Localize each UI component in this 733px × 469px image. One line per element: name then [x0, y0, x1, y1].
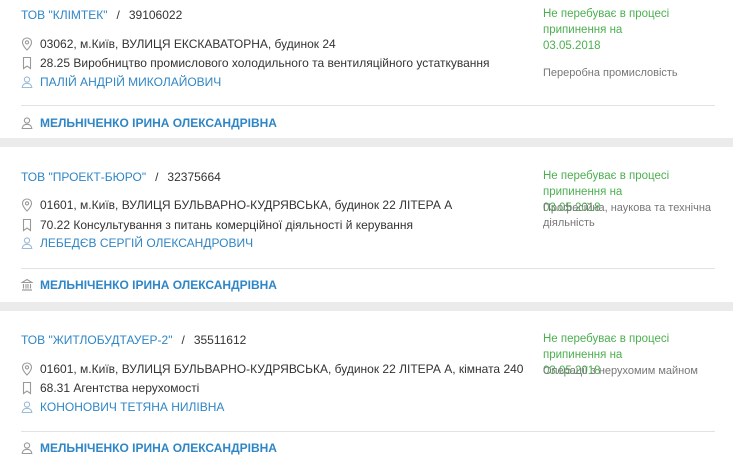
card-divider	[21, 105, 715, 106]
activity-text: 70.22 Консультування з питань комерційно…	[40, 218, 414, 232]
owner-link[interactable]: МЕЛЬНІЧЕНКО ІРИНА ОЛЕКСАНДРІВНА	[40, 278, 277, 292]
card-divider	[21, 268, 715, 269]
director-link[interactable]: КОНОНОВИЧ ТЕТЯНА НИЛІВНА	[40, 400, 224, 414]
company-status: Не перебуває в процесі припинення на 03.…	[543, 8, 670, 52]
company-card: ТОВ "КЛІМТЕК" / 39106022 Не перебуває в пр…	[0, 0, 733, 138]
card-separator	[0, 302, 733, 311]
title-slash: /	[116, 8, 120, 22]
activity-text: 28.25 Виробництво промислового холодильн…	[40, 56, 490, 70]
location-pin-icon	[21, 37, 33, 51]
address-row: 03062, м.Київ, ВУЛИЦЯ ЕКСКАВАТОРНА, буди…	[21, 37, 336, 51]
address-text: 03062, м.Київ, ВУЛИЦЯ ЕКСКАВАТОРНА, буди…	[40, 37, 336, 51]
card-separator	[0, 138, 733, 147]
activity-row: 68.31 Агентства нерухомості	[21, 381, 199, 395]
director-row: ПАЛІЙ АНДРІЙ МИКОЛАЙОВИЧ	[21, 75, 221, 89]
person-outline-icon	[21, 400, 33, 414]
bookmark-icon	[21, 218, 33, 232]
director-link[interactable]: ПАЛІЙ АНДРІЙ МИКОЛАЙОВИЧ	[40, 75, 221, 89]
company-name-link[interactable]: ТОВ "ПРОЕКТ-БЮРО"	[21, 170, 146, 184]
person-outline-icon	[21, 236, 33, 250]
company-industry: Переробна промисловість	[543, 67, 678, 79]
company-name-link[interactable]: ТОВ "ЖИТЛОБУДТАУЕР-2"	[21, 333, 172, 347]
owner-link[interactable]: МЕЛЬНІЧЕНКО ІРИНА ОЛЕКСАНДРІВНА	[40, 116, 277, 130]
person-icon	[21, 116, 33, 130]
company-name-link[interactable]: ТОВ "КЛІМТЕК"	[21, 8, 108, 22]
card-divider	[21, 431, 715, 432]
activity-row: 28.25 Виробництво промислового холодильн…	[21, 56, 490, 70]
address-row: 01601, м.Київ, ВУЛИЦЯ БУЛЬВАРНО-КУДРЯВСЬ…	[21, 198, 452, 212]
company-card: ТОВ "ЖИТЛОБУДТАУЕР-2"/35511612 Не перебу…	[0, 311, 733, 469]
address-text: 01601, м.Київ, ВУЛИЦЯ БУЛЬВАРНО-КУДРЯВСЬ…	[40, 362, 524, 376]
company-code: 35511612	[193, 333, 247, 347]
director-link[interactable]: ЛЕБЕДЄВ СЕРГІЙ ОЛЕКСАНДРОВИЧ	[40, 236, 253, 250]
title-slash: /	[155, 170, 159, 184]
owner-link[interactable]: МЕЛЬНІЧЕНКО ІРИНА ОЛЕКСАНДРІВНА	[40, 441, 277, 455]
company-title: ТОВ "КЛІМТЕК" / 39106022	[21, 8, 182, 22]
bank-icon	[21, 278, 33, 292]
activity-text: 68.31 Агентства нерухомості	[40, 381, 200, 395]
company-industry: Операції з нерухомим майном	[543, 365, 698, 377]
company-card: ТОВ "ПРОЕКТ-БЮРО"/32375664 Не перебуває …	[0, 147, 733, 302]
location-pin-icon	[21, 198, 33, 212]
person-icon	[21, 441, 33, 455]
company-industry: Професійна, наукова та технічна діяльніс…	[543, 202, 712, 229]
bookmark-icon	[21, 381, 33, 395]
address-text: 01601, м.Київ, ВУЛИЦЯ БУЛЬВАРНО-КУДРЯВСЬ…	[40, 198, 453, 212]
director-row: ЛЕБЕДЄВ СЕРГІЙ ОЛЕКСАНДРОВИЧ	[21, 236, 253, 250]
title-slash: /	[181, 333, 185, 347]
company-title: ТОВ "ПРОЕКТ-БЮРО" / 32375664	[21, 170, 221, 184]
company-code: 39106022	[128, 8, 183, 22]
person-outline-icon	[21, 75, 33, 89]
owner-row: МЕЛЬНІЧЕНКО ІРИНА ОЛЕКСАНДРІВНА	[21, 116, 277, 130]
director-row: КОНОНОВИЧ ТЕТЯНА НИЛІВНА	[21, 400, 224, 414]
owner-row: МЕЛЬНІЧЕНКО ІРИНА ОЛЕКСАНДРІВНА	[21, 278, 277, 292]
company-title: ТОВ "ЖИТЛОБУДТАУЕР-2" / 35511612	[21, 333, 246, 347]
owner-row: МЕЛЬНІЧЕНКО ІРИНА ОЛЕКСАНДРІВНА	[21, 441, 277, 455]
activity-row: 70.22 Консультування з питань комерційно…	[21, 218, 413, 232]
company-code: 32375664	[167, 170, 221, 184]
location-pin-icon	[21, 362, 33, 376]
bookmark-icon	[21, 56, 33, 70]
address-row: 01601, м.Київ, ВУЛИЦЯ БУЛЬВАРНО-КУДРЯВСЬ…	[21, 362, 523, 376]
